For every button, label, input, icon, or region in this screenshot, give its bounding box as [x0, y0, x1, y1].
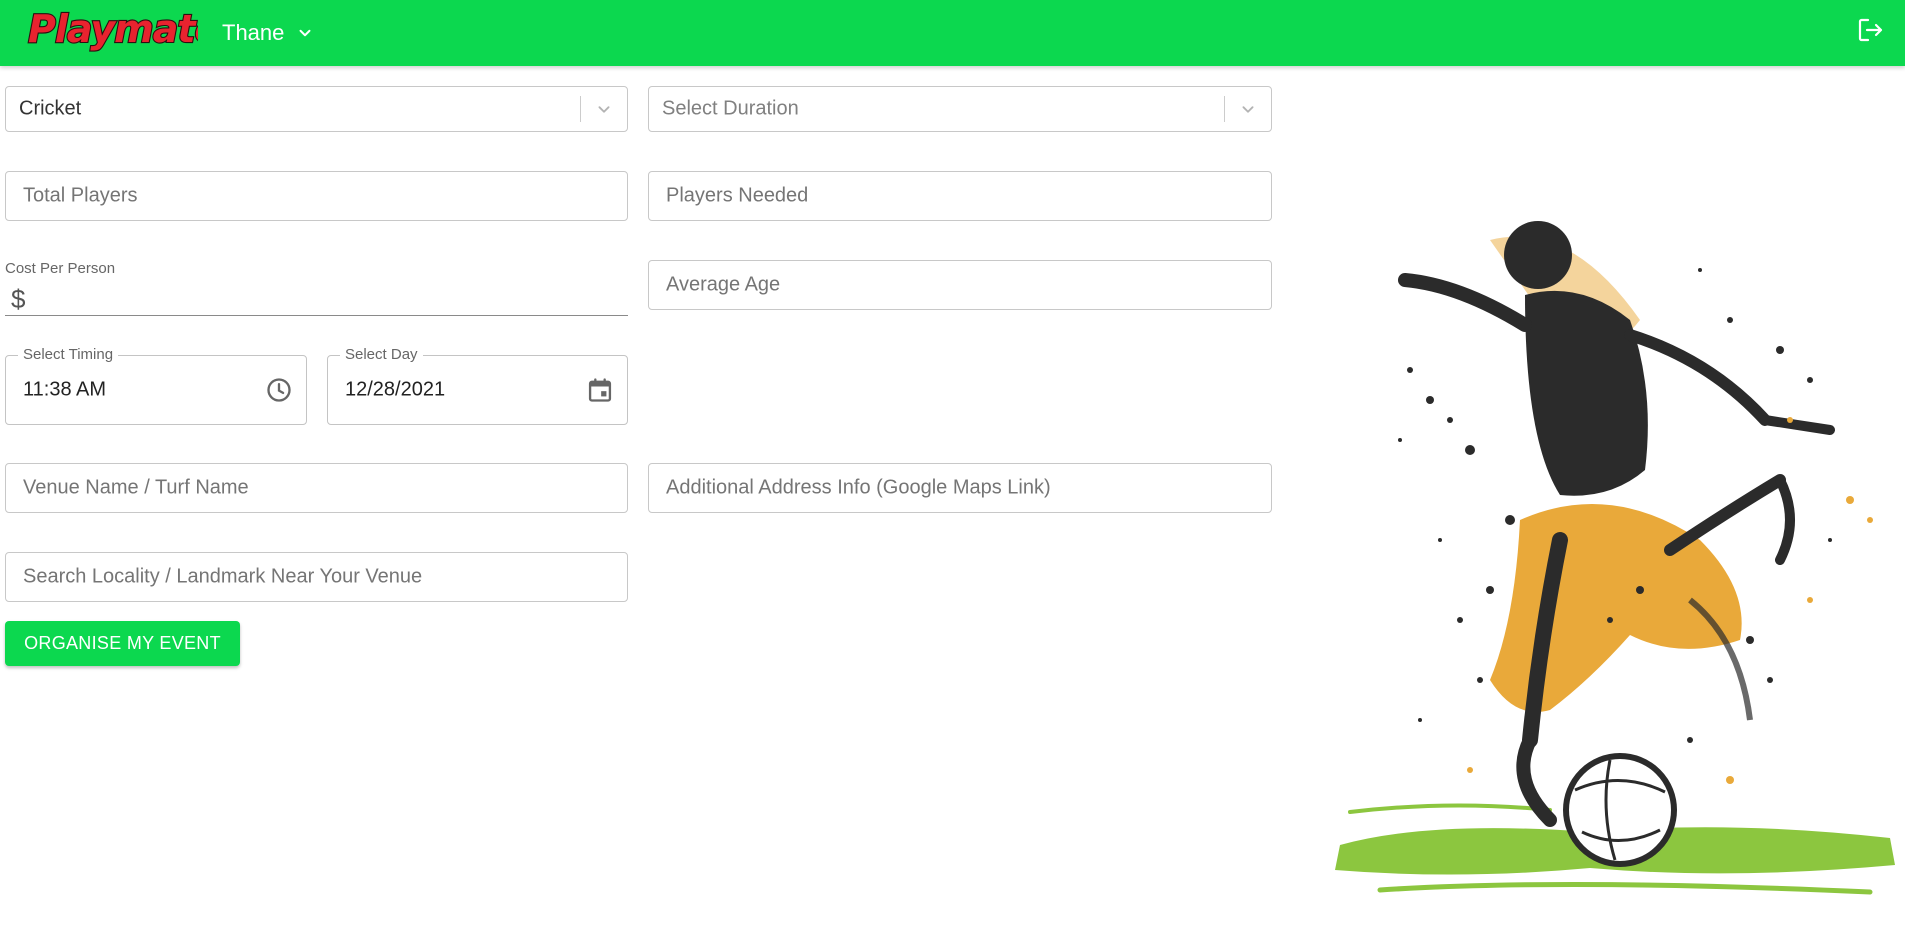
top-bar: Playmate Thane: [0, 0, 1905, 66]
soccer-player-illustration: [1310, 120, 1905, 920]
day-picker[interactable]: Select Day 12/28/2021: [327, 346, 628, 425]
duration-select-placeholder: Select Duration: [662, 97, 799, 120]
venue-name-placeholder: Venue Name / Turf Name: [23, 476, 249, 499]
select-separator: [580, 96, 581, 122]
select-separator: [1224, 96, 1225, 122]
timing-label: Select Timing: [18, 346, 119, 363]
city-label: Thane: [222, 20, 285, 45]
day-label: Select Day: [340, 346, 423, 363]
players-needed-input[interactable]: Players Needed: [648, 171, 1272, 221]
players-needed-placeholder: Players Needed: [666, 184, 809, 207]
chevron-down-icon: [1242, 106, 1254, 113]
clock-icon[interactable]: [265, 376, 293, 404]
city-selector[interactable]: Thane: [222, 18, 314, 48]
svg-text:Playmate: Playmate: [28, 7, 198, 51]
locality-search-input[interactable]: Search Locality / Landmark Near Your Ven…: [5, 552, 628, 602]
cost-per-person-field[interactable]: Cost Per Person $: [5, 258, 628, 316]
address-info-input[interactable]: Additional Address Info (Google Maps Lin…: [648, 463, 1272, 513]
venue-name-input[interactable]: Venue Name / Turf Name: [5, 463, 628, 513]
currency-symbol: $: [11, 284, 26, 314]
logout-icon[interactable]: [1855, 15, 1885, 45]
timing-value: 11:38 AM: [23, 378, 107, 401]
total-players-input[interactable]: Total Players: [5, 171, 628, 221]
playmate-logo[interactable]: Playmate: [26, 4, 222, 54]
day-value: 12/28/2021: [345, 378, 446, 401]
average-age-placeholder: Average Age: [666, 273, 781, 296]
chevron-down-icon: [598, 106, 610, 113]
organise-event-button[interactable]: ORGANISE MY EVENT: [5, 621, 240, 666]
duration-select[interactable]: Select Duration: [648, 86, 1272, 132]
calendar-icon[interactable]: [586, 376, 614, 404]
sport-select[interactable]: Cricket: [5, 86, 628, 132]
sport-select-value: Cricket: [19, 97, 82, 120]
timing-picker[interactable]: Select Timing 11:38 AM: [5, 346, 307, 425]
cost-per-person-label: Cost Per Person: [5, 260, 116, 277]
total-players-placeholder: Total Players: [23, 184, 138, 207]
address-info-placeholder: Additional Address Info (Google Maps Lin…: [666, 476, 1051, 499]
chevron-down-icon: [299, 29, 311, 37]
average-age-input[interactable]: Average Age: [648, 260, 1272, 310]
locality-search-placeholder: Search Locality / Landmark Near Your Ven…: [23, 565, 423, 588]
